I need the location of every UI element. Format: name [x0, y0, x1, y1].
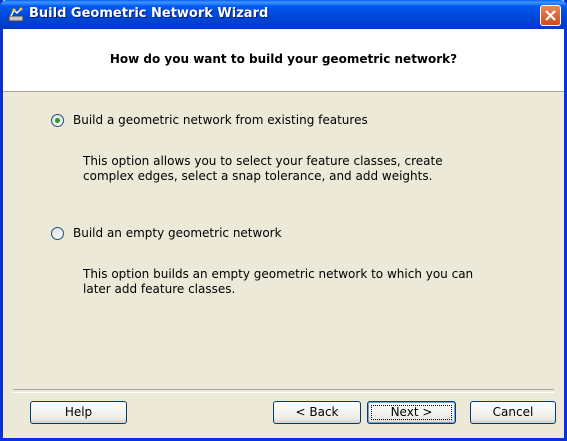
- wizard-window: Build Geometric Network Wizard How do yo…: [0, 0, 567, 441]
- description-line: This option allows you to select your fe…: [83, 154, 443, 168]
- next-button[interactable]: Next >: [367, 401, 456, 424]
- page-title: How do you want to build your geometric …: [109, 52, 458, 66]
- radio-selected-dot: [55, 118, 60, 123]
- wizard-header: How do you want to build your geometric …: [3, 29, 564, 91]
- back-button-label: < Back: [295, 405, 339, 419]
- description-line: later add feature classes.: [83, 282, 236, 296]
- help-button-label: Help: [64, 405, 93, 419]
- back-button[interactable]: < Back: [273, 401, 361, 424]
- window-title: Build Geometric Network Wizard: [29, 6, 269, 21]
- radio-empty-network[interactable]: [51, 227, 64, 240]
- option-existing-features-label[interactable]: Build a geometric network from existing …: [73, 113, 368, 127]
- footer-divider: [13, 389, 554, 393]
- description-line: This option builds an empty geometric ne…: [83, 267, 474, 281]
- close-button[interactable]: [540, 5, 561, 26]
- option-empty-network-label[interactable]: Build an empty geometric network: [73, 226, 282, 240]
- close-icon: [545, 10, 556, 21]
- next-button-label: Next >: [390, 405, 433, 419]
- cancel-button-label: Cancel: [492, 405, 534, 419]
- radio-existing-features[interactable]: [51, 114, 64, 127]
- description-line: complex edges, select a snap tolerance, …: [83, 169, 433, 183]
- option-existing-features-description: This option allows you to select your fe…: [83, 154, 443, 184]
- network-wizard-icon: [8, 7, 24, 22]
- title-bar[interactable]: Build Geometric Network Wizard: [0, 0, 567, 29]
- cancel-button[interactable]: Cancel: [470, 401, 556, 424]
- option-empty-network-description: This option builds an empty geometric ne…: [83, 267, 473, 297]
- help-button[interactable]: Help: [30, 401, 127, 424]
